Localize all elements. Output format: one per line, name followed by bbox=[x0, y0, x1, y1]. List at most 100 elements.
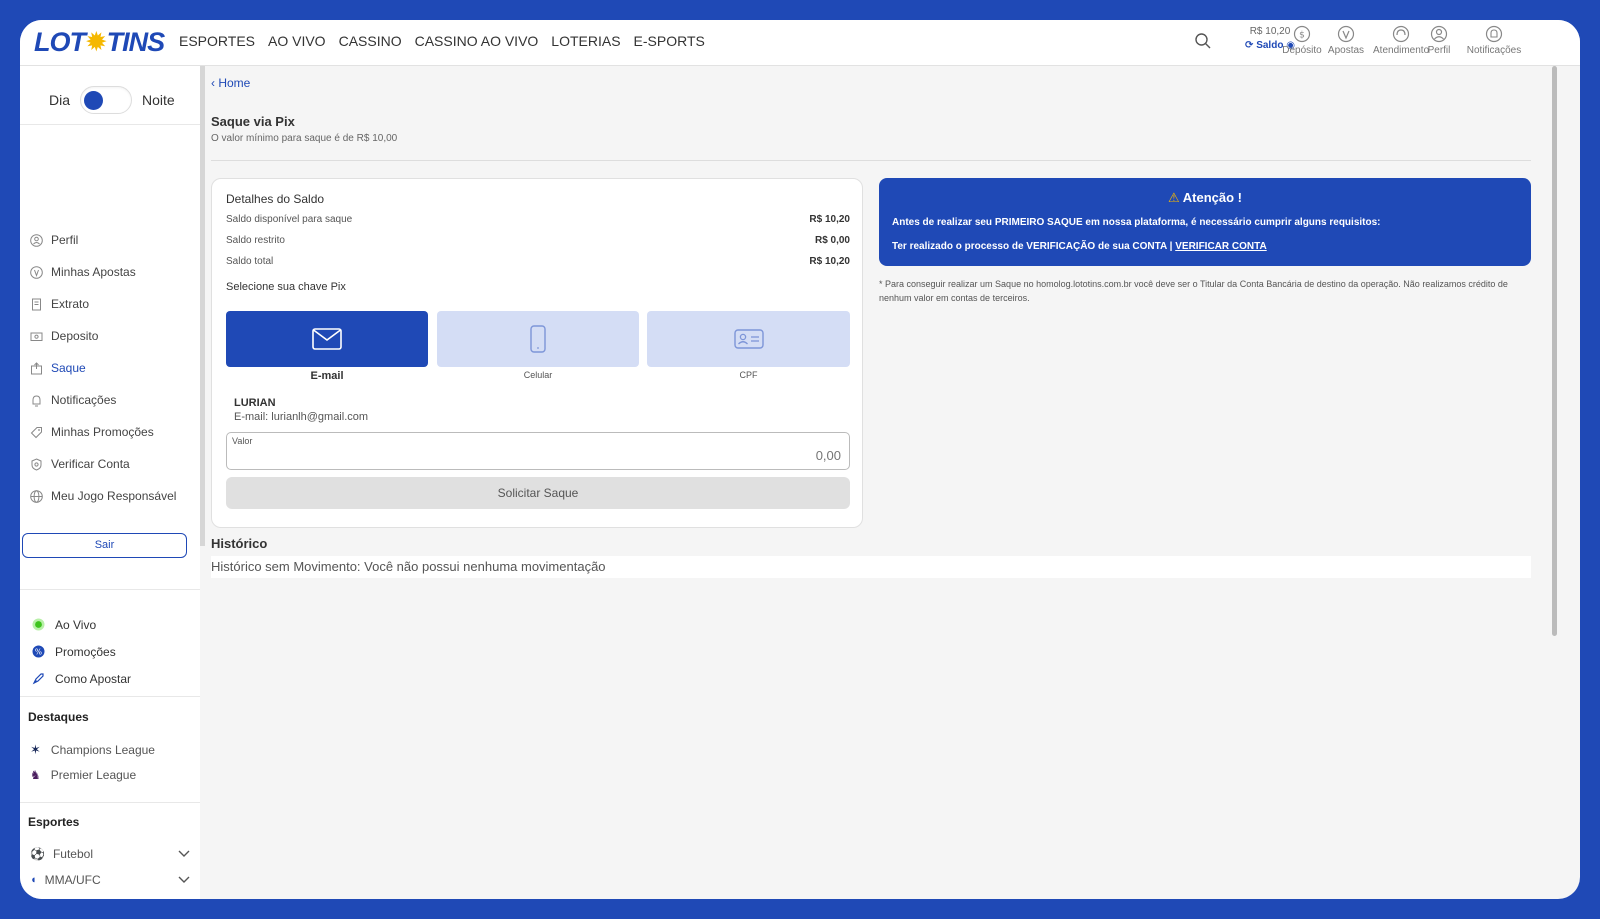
pix-option-email[interactable] bbox=[226, 311, 428, 367]
link-como-apostar[interactable]: Como Apostar bbox=[32, 665, 131, 692]
menu-label: Meu Jogo Responsável bbox=[51, 489, 177, 503]
sport-futebol[interactable]: ⚽ Futebol bbox=[30, 847, 190, 861]
account-holder-name: LURIAN bbox=[234, 397, 276, 409]
menu-minhas-apostas[interactable]: Minhas Apostas bbox=[30, 256, 176, 288]
top-header: LOT✹TINS ESPORTES AO VIVO CASSINO CASSIN… bbox=[20, 20, 1580, 66]
header-notificacoes-label: Notificações bbox=[1466, 45, 1522, 56]
page-scrollbar[interactable] bbox=[1552, 66, 1557, 636]
pix-option-celular-label: Celular bbox=[523, 370, 553, 380]
star-icon: ✶ bbox=[30, 742, 41, 757]
menu-extrato[interactable]: Extrato bbox=[30, 288, 176, 320]
breadcrumb[interactable]: ‹ Home bbox=[211, 76, 250, 90]
header-notificacoes[interactable]: Notificações bbox=[1466, 25, 1522, 56]
header-perfil[interactable]: Perfil bbox=[1424, 25, 1454, 56]
history-title: Histórico bbox=[211, 536, 268, 551]
pix-option-celular[interactable] bbox=[437, 311, 639, 367]
menu-label: Deposito bbox=[51, 329, 99, 343]
theme-night-label: Noite bbox=[142, 92, 175, 108]
bell-icon bbox=[32, 394, 41, 406]
nav-loterias[interactable]: LOTERIAS bbox=[551, 33, 620, 49]
alert-line-2-text: Ter realizado o processo de VERIFICAÇÃO … bbox=[892, 241, 1176, 252]
alert-line-1: Antes de realizar seu PRIMEIRO SAQUE em … bbox=[892, 217, 1381, 228]
sport-mma[interactable]: ◖ MMA/UFC bbox=[30, 873, 190, 887]
phone-icon bbox=[530, 325, 546, 353]
league-champions[interactable]: ✶ Champions League bbox=[30, 742, 155, 758]
envelope-icon bbox=[312, 328, 342, 350]
menu-notificacoes[interactable]: Notificações bbox=[30, 384, 176, 416]
row-label: Saldo disponível para saque bbox=[226, 214, 353, 225]
pix-option-cpf[interactable] bbox=[647, 311, 850, 367]
menu-minhas-promocoes[interactable]: Minhas Promoções bbox=[30, 416, 176, 448]
menu-label: Notificações bbox=[51, 393, 117, 407]
row-label: Saldo restrito bbox=[226, 235, 285, 246]
menu-label: Minhas Apostas bbox=[51, 265, 136, 279]
chevron-down-icon[interactable] bbox=[178, 873, 190, 887]
glove-icon: ◖ bbox=[30, 874, 37, 886]
history-empty-message: Histórico sem Movimento: Você não possui… bbox=[211, 556, 1531, 578]
refresh-icon[interactable]: ⟳ bbox=[1245, 40, 1253, 51]
divider bbox=[20, 802, 200, 803]
menu-meu-jogo-responsavel[interactable]: Meu Jogo Responsável bbox=[30, 480, 176, 512]
header-deposito[interactable]: $ Depósito bbox=[1280, 25, 1324, 56]
lion-icon: ♞ bbox=[30, 768, 41, 782]
attention-alert: ⚠ Atenção ! Antes de realizar seu PRIMEI… bbox=[879, 178, 1531, 266]
quick-links: Ao Vivo % Promoções Como Apostar bbox=[32, 611, 131, 692]
menu-label: Perfil bbox=[51, 233, 79, 247]
nav-esportes[interactable]: ESPORTES bbox=[179, 33, 255, 49]
divider bbox=[20, 124, 200, 125]
row-value: R$ 0,00 bbox=[814, 235, 850, 246]
valor-field[interactable]: Valor bbox=[226, 432, 850, 470]
theme-toggle-row: Dia Noite bbox=[49, 86, 175, 114]
theme-toggle[interactable] bbox=[80, 86, 133, 114]
account-menu: Perfil Minhas Apostas Extrato Deposito S… bbox=[30, 224, 176, 512]
rocket-icon bbox=[32, 673, 44, 685]
logo-text-left: LOT bbox=[34, 27, 86, 57]
deposit-icon: $ bbox=[1293, 25, 1311, 43]
alert-title-row: ⚠ Atenção ! bbox=[879, 190, 1531, 206]
menu-label: Verificar Conta bbox=[51, 457, 130, 471]
link-promocoes[interactable]: % Promoções bbox=[32, 638, 131, 665]
menu-verificar-conta[interactable]: Verificar Conta bbox=[30, 448, 176, 480]
logout-button[interactable]: Sair bbox=[22, 533, 187, 558]
nav-ao-vivo[interactable]: AO VIVO bbox=[268, 33, 326, 49]
header-apostas-label: Apostas bbox=[1327, 45, 1365, 56]
menu-saque[interactable]: Saque bbox=[30, 352, 176, 384]
menu-perfil[interactable]: Perfil bbox=[30, 224, 176, 256]
toggle-knob bbox=[84, 91, 104, 110]
league-label: Champions League bbox=[50, 743, 155, 757]
nav-e-sports[interactable]: E-SPORTS bbox=[634, 33, 705, 49]
shield-icon bbox=[31, 457, 42, 471]
menu-label: Extrato bbox=[51, 297, 90, 311]
chevron-down-icon[interactable] bbox=[178, 847, 190, 861]
app-frame: LOT✹TINS ESPORTES AO VIVO CASSINO CASSIN… bbox=[20, 20, 1580, 899]
sidebar-scrollbar[interactable] bbox=[200, 66, 205, 546]
valor-input[interactable] bbox=[541, 448, 841, 463]
row-label: Saldo total bbox=[226, 256, 274, 267]
soccer-ball-icon: ⚽ bbox=[30, 847, 45, 861]
withdraw-icon bbox=[31, 361, 42, 374]
header-apostas[interactable]: Apostas bbox=[1326, 25, 1366, 56]
logo[interactable]: LOT✹TINS bbox=[34, 27, 165, 58]
header-deposito-label: Depósito bbox=[1282, 45, 1322, 56]
svg-text:$: $ bbox=[1299, 31, 1305, 41]
header-atendimento-label: Atendimento bbox=[1373, 45, 1430, 56]
esportes-title: Esportes bbox=[28, 815, 80, 829]
verify-account-link[interactable]: VERIFICAR CONTA bbox=[1175, 241, 1266, 252]
page-title: Saque via Pix bbox=[211, 114, 295, 129]
nav-cassino-ao-vivo[interactable]: CASSINO AO VIVO bbox=[415, 33, 539, 49]
menu-deposito[interactable]: Deposito bbox=[30, 320, 176, 352]
destaques-title: Destaques bbox=[28, 710, 89, 724]
bets-icon bbox=[30, 265, 43, 279]
header-atendimento[interactable]: Atendimento bbox=[1373, 25, 1429, 56]
league-label: Premier League bbox=[50, 768, 137, 782]
receipt-icon bbox=[32, 298, 41, 310]
search-icon[interactable] bbox=[1194, 32, 1214, 52]
breadcrumb-home: Home bbox=[218, 76, 251, 90]
titularity-note: * Para conseguir realizar um Saque no ho… bbox=[879, 279, 1508, 303]
solicitar-saque-button[interactable]: Solicitar Saque bbox=[226, 477, 850, 509]
link-ao-vivo[interactable]: Ao Vivo bbox=[32, 611, 131, 638]
league-premier[interactable]: ♞ Premier League bbox=[30, 768, 136, 782]
tag-icon bbox=[30, 426, 42, 438]
nav-cassino[interactable]: CASSINO bbox=[339, 33, 402, 49]
profile-icon bbox=[1430, 25, 1448, 43]
